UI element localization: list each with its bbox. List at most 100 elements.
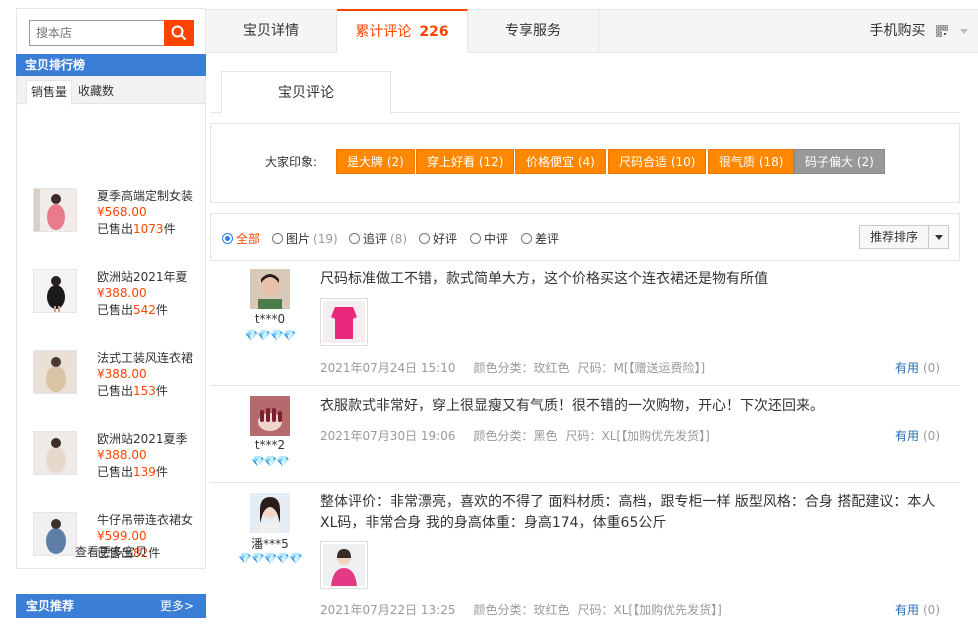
review-size: 尺码：XL[【加购优先发货】] [577, 603, 722, 617]
filter-positive[interactable]: 好评 [419, 230, 457, 247]
search-button[interactable] [164, 20, 194, 46]
review-color: 颜色分类：黑色 [473, 429, 558, 443]
review-date: 2021年07月24日 15:10 [320, 361, 456, 375]
impression-tag[interactable]: 码子偏大 (2) [794, 149, 885, 174]
review-text: 整体评价：非常漂亮，喜欢的不得了 面料材质：高档，跟专柜一样 版型风格：合身 搭… [320, 494, 936, 531]
shop-search-input[interactable] [29, 20, 165, 46]
useful-button[interactable]: 有用 (0) [895, 427, 940, 444]
ranking-panel: 销售量 收藏数 夏季高端定制女装 ¥568.00 已售出1073件 欧洲站202… [16, 76, 206, 569]
avatar[interactable] [250, 269, 290, 309]
reviewer-nickname: t***0 [254, 312, 286, 326]
impression-label: 大家印象: [265, 155, 318, 169]
search-icon [171, 25, 187, 41]
review-filter-bar: 全部 图片 (19) 追评 (8) 好评 中评 差评 推荐排序 [210, 213, 960, 261]
product-price: ¥388.00 [97, 367, 147, 381]
avatar[interactable] [250, 493, 290, 533]
filter-all[interactable]: 全部 [222, 230, 260, 247]
radio-icon[interactable] [272, 233, 283, 244]
product-name[interactable]: 欧洲站2021年夏 [97, 269, 207, 285]
review-size: 尺码：XL[【加购优先发货】] [565, 429, 710, 443]
product-sold: 已售出139件 [97, 465, 168, 479]
product-price: ¥599.00 [97, 529, 147, 543]
radio-icon[interactable] [419, 233, 430, 244]
product-name[interactable]: 法式工装风连衣裙 [97, 350, 207, 366]
tab-reviews[interactable]: 累计评论 226 [337, 9, 468, 53]
review-item: t***0 💎💎💎💎 尺码标准做工不错，款式简单大方，这个价格买这个连衣裙还是物… [210, 261, 960, 386]
product-thumbnail[interactable] [33, 350, 77, 394]
ranking-tab-sales[interactable]: 销售量 [26, 80, 72, 105]
product-price: ¥388.00 [97, 286, 147, 300]
impression-tag[interactable]: 尺码合适 (10) [608, 149, 707, 174]
useful-button[interactable]: 有用 (0) [895, 601, 940, 618]
qr-code-icon [936, 25, 948, 37]
tab-item-details[interactable]: 宝贝详情 [206, 10, 337, 53]
review-subtabs: 宝贝评论 [210, 70, 960, 114]
filter-followup[interactable]: 追评 (8) [349, 230, 407, 247]
recommend-title: 宝贝推荐 [26, 599, 75, 613]
sort-dropdown[interactable]: 推荐排序 [859, 225, 949, 249]
tab-services[interactable]: 专享服务 [468, 10, 599, 53]
ranking-item[interactable]: 欧洲站2021年夏 ¥388.00 已售出542件 [31, 269, 203, 321]
product-name[interactable]: 欧洲站2021夏季 [97, 431, 207, 447]
review-color: 颜色分类：玫红色 [473, 603, 570, 617]
view-more-products-link[interactable]: 查看更多宝贝 [17, 543, 205, 560]
chevron-down-icon[interactable] [960, 29, 968, 34]
ranking-item[interactable]: 法式工装风连衣裙 ¥388.00 已售出153件 [31, 350, 203, 402]
detail-tabbar: 宝贝详情 累计评论 226 专享服务 手机购买 [206, 9, 978, 53]
filter-images[interactable]: 图片 (19) [272, 230, 338, 247]
avatar[interactable] [250, 396, 290, 436]
review-item: t***2 💎💎💎 衣服款式非常好，穿上很显瘦又有气质！很不错的一次购物，开心！… [210, 386, 960, 483]
ranking-item[interactable]: 夏季高端定制女装 ¥568.00 已售出1073件 [31, 188, 203, 240]
ranking-item[interactable]: 欧洲站2021夏季 ¥388.00 已售出139件 [31, 431, 203, 483]
reviewer-level-badge: 💎💎💎💎💎 [238, 552, 302, 565]
useful-button[interactable]: 有用 (0) [895, 359, 940, 376]
product-thumbnail[interactable] [33, 188, 77, 232]
ranking-title: 宝贝排行榜 [16, 54, 206, 76]
review-count: 226 [419, 24, 449, 40]
impression-tag[interactable]: 价格便宜 (4) [515, 149, 606, 174]
radio-icon[interactable] [470, 233, 481, 244]
product-sold: 已售出153件 [97, 384, 168, 398]
impression-tag[interactable]: 是大牌 (2) [336, 149, 415, 174]
review-date: 2021年07月30日 19:06 [320, 429, 456, 443]
review-date: 2021年07月22日 13:25 [320, 603, 456, 617]
review-meta: 2021年07月30日 19:06 颜色分类：黑色 尺码：XL[【加购优先发货】] [320, 427, 710, 444]
impression-tag[interactable]: 穿上好看 (12) [416, 149, 515, 174]
tab-product-reviews[interactable]: 宝贝评论 [221, 71, 391, 114]
impression-panel: 大家印象: 是大牌 (2) 穿上好看 (12) 价格便宜 (4) 尺码合适 (1… [210, 123, 960, 203]
review-photo[interactable] [320, 541, 368, 589]
ranking-tab-favorites[interactable]: 收藏数 [78, 80, 114, 105]
shop-search [16, 8, 206, 54]
impression-tag[interactable]: 很气质 (18) [708, 149, 795, 174]
product-sold: 已售出542件 [97, 303, 168, 317]
product-thumbnail[interactable] [33, 431, 77, 475]
review-photo[interactable] [320, 298, 368, 346]
review-size: 尺码：M[【赠送运费险】] [577, 361, 706, 375]
page-root: { "search": {"placeholder": "搜本店"}, "ran… [0, 0, 978, 625]
reviewer-nickname: t***2 [254, 438, 286, 452]
mobile-buy-button[interactable]: 手机购买 [870, 10, 948, 53]
review-item: 潘***5 💎💎💎💎💎 整体评价：非常漂亮，喜欢的不得了 面料材质：高档，跟专柜… [210, 483, 960, 625]
review-text: 衣服款式非常好，穿上很显瘦又有气质！很不错的一次购物，开心！下次还回来。 [320, 398, 824, 414]
product-sold: 已售出1073件 [97, 222, 176, 236]
radio-icon[interactable] [222, 233, 233, 244]
product-name[interactable]: 牛仔吊带连衣裙女 [97, 512, 207, 528]
recommend-header: 宝贝推荐 更多> [16, 594, 206, 618]
product-thumbnail[interactable] [33, 269, 77, 313]
radio-icon[interactable] [349, 233, 360, 244]
radio-icon[interactable] [521, 233, 532, 244]
ranking-tabs: 销售量 收藏数 [17, 76, 205, 105]
review-meta: 2021年07月22日 13:25 颜色分类：玫红色 尺码：XL[【加购优先发货】] [320, 601, 722, 618]
product-price: ¥388.00 [97, 448, 147, 462]
product-price: ¥568.00 [97, 205, 147, 219]
recommend-more-link[interactable]: 更多> [160, 594, 194, 618]
filter-neutral[interactable]: 中评 [470, 230, 508, 247]
review-text: 尺码标准做工不错，款式简单大方，这个价格买这个连衣裙还是物有所值 [320, 271, 768, 287]
reviewer-level-badge: 💎💎💎💎 [244, 329, 297, 342]
chevron-down-icon [935, 235, 943, 240]
filter-negative[interactable]: 差评 [521, 230, 559, 247]
reviewer-level-badge: 💎💎💎 [250, 455, 290, 468]
product-name[interactable]: 夏季高端定制女装 [97, 188, 207, 204]
shop-sidebar: 宝贝排行榜 销售量 收藏数 夏季高端定制女装 ¥568.00 已售出1073件 … [16, 8, 206, 618]
review-meta: 2021年07月24日 15:10 颜色分类：玫红色 尺码：M[【赠送运费险】] [320, 359, 705, 376]
